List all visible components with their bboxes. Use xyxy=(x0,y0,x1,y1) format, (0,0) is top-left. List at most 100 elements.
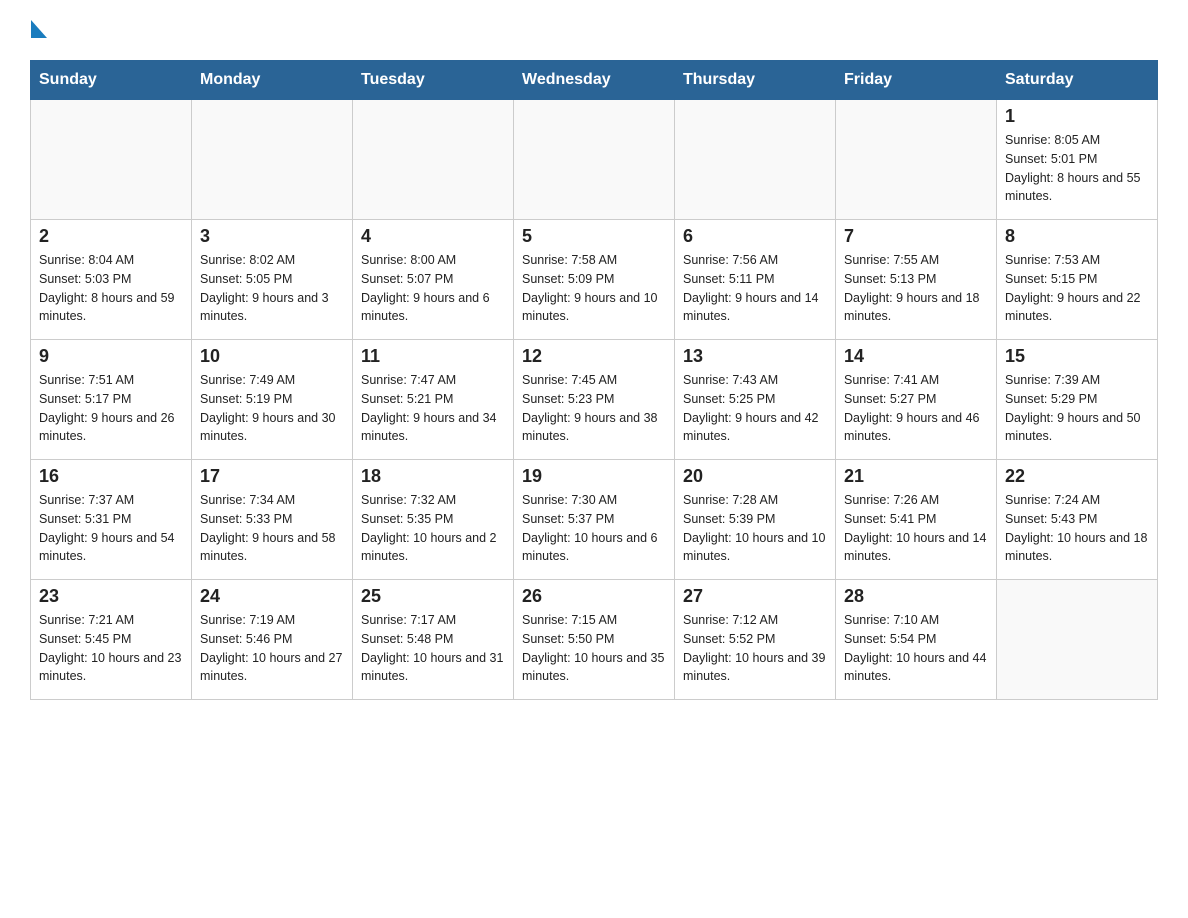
day-info: Sunrise: 7:26 AMSunset: 5:41 PMDaylight:… xyxy=(844,491,988,566)
calendar-cell: 5 Sunrise: 7:58 AMSunset: 5:09 PMDaylight… xyxy=(514,220,675,340)
day-info: Sunrise: 7:47 AMSunset: 5:21 PMDaylight:… xyxy=(361,371,505,446)
day-number: 16 xyxy=(39,466,183,487)
day-number: 22 xyxy=(1005,466,1149,487)
day-info: Sunrise: 7:41 AMSunset: 5:27 PMDaylight:… xyxy=(844,371,988,446)
calendar-cell: 19 Sunrise: 7:30 AMSunset: 5:37 PMDayligh… xyxy=(514,460,675,580)
weekday-header-thursday: Thursday xyxy=(675,61,836,100)
day-number: 21 xyxy=(844,466,988,487)
calendar-cell: 20 Sunrise: 7:28 AMSunset: 5:39 PMDayligh… xyxy=(675,460,836,580)
day-info: Sunrise: 7:55 AMSunset: 5:13 PMDaylight:… xyxy=(844,251,988,326)
day-info: Sunrise: 7:58 AMSunset: 5:09 PMDaylight:… xyxy=(522,251,666,326)
calendar-cell xyxy=(514,100,675,220)
week-row-3: 16 Sunrise: 7:37 AMSunset: 5:31 PMDayligh… xyxy=(31,460,1158,580)
page-header xyxy=(30,20,1158,42)
week-row-4: 23 Sunrise: 7:21 AMSunset: 5:45 PMDayligh… xyxy=(31,580,1158,700)
weekday-header-row: SundayMondayTuesdayWednesdayThursdayFrid… xyxy=(31,61,1158,100)
calendar-cell: 24 Sunrise: 7:19 AMSunset: 5:46 PMDayligh… xyxy=(192,580,353,700)
day-number: 5 xyxy=(522,226,666,247)
day-number: 19 xyxy=(522,466,666,487)
weekday-header-friday: Friday xyxy=(836,61,997,100)
day-info: Sunrise: 7:45 AMSunset: 5:23 PMDaylight:… xyxy=(522,371,666,446)
day-number: 14 xyxy=(844,346,988,367)
calendar-cell: 11 Sunrise: 7:47 AMSunset: 5:21 PMDayligh… xyxy=(353,340,514,460)
day-number: 24 xyxy=(200,586,344,607)
day-info: Sunrise: 7:21 AMSunset: 5:45 PMDaylight:… xyxy=(39,611,183,686)
day-number: 12 xyxy=(522,346,666,367)
day-info: Sunrise: 7:51 AMSunset: 5:17 PMDaylight:… xyxy=(39,371,183,446)
day-info: Sunrise: 7:39 AMSunset: 5:29 PMDaylight:… xyxy=(1005,371,1149,446)
calendar-cell: 6 Sunrise: 7:56 AMSunset: 5:11 PMDaylight… xyxy=(675,220,836,340)
logo-arrow-icon xyxy=(31,20,47,38)
day-number: 25 xyxy=(361,586,505,607)
day-number: 23 xyxy=(39,586,183,607)
day-info: Sunrise: 7:19 AMSunset: 5:46 PMDaylight:… xyxy=(200,611,344,686)
day-info: Sunrise: 7:32 AMSunset: 5:35 PMDaylight:… xyxy=(361,491,505,566)
day-number: 2 xyxy=(39,226,183,247)
day-info: Sunrise: 7:12 AMSunset: 5:52 PMDaylight:… xyxy=(683,611,827,686)
calendar-cell: 8 Sunrise: 7:53 AMSunset: 5:15 PMDaylight… xyxy=(997,220,1158,340)
calendar-cell: 21 Sunrise: 7:26 AMSunset: 5:41 PMDayligh… xyxy=(836,460,997,580)
day-number: 18 xyxy=(361,466,505,487)
day-number: 28 xyxy=(844,586,988,607)
weekday-header-tuesday: Tuesday xyxy=(353,61,514,100)
day-number: 15 xyxy=(1005,346,1149,367)
day-info: Sunrise: 7:17 AMSunset: 5:48 PMDaylight:… xyxy=(361,611,505,686)
calendar-cell: 23 Sunrise: 7:21 AMSunset: 5:45 PMDayligh… xyxy=(31,580,192,700)
day-info: Sunrise: 7:56 AMSunset: 5:11 PMDaylight:… xyxy=(683,251,827,326)
calendar-cell xyxy=(353,100,514,220)
calendar-cell: 3Sunrise: 8:02 AMSunset: 5:05 PMDaylight… xyxy=(192,220,353,340)
calendar-cell xyxy=(192,100,353,220)
calendar-cell: 7 Sunrise: 7:55 AMSunset: 5:13 PMDaylight… xyxy=(836,220,997,340)
calendar-cell xyxy=(675,100,836,220)
day-number: 17 xyxy=(200,466,344,487)
calendar-cell: 28Sunrise: 7:10 AMSunset: 5:54 PMDayligh… xyxy=(836,580,997,700)
day-info: Sunrise: 8:04 AMSunset: 5:03 PMDaylight:… xyxy=(39,251,183,326)
day-info: Sunrise: 7:37 AMSunset: 5:31 PMDaylight:… xyxy=(39,491,183,566)
calendar-cell: 16 Sunrise: 7:37 AMSunset: 5:31 PMDayligh… xyxy=(31,460,192,580)
day-info: Sunrise: 7:49 AMSunset: 5:19 PMDaylight:… xyxy=(200,371,344,446)
calendar-cell: 27 Sunrise: 7:12 AMSunset: 5:52 PMDayligh… xyxy=(675,580,836,700)
day-number: 11 xyxy=(361,346,505,367)
day-number: 13 xyxy=(683,346,827,367)
calendar-cell: 2 Sunrise: 8:04 AMSunset: 5:03 PMDaylight… xyxy=(31,220,192,340)
calendar-cell xyxy=(997,580,1158,700)
calendar-cell: 1 Sunrise: 8:05 AMSunset: 5:01 PMDaylight… xyxy=(997,100,1158,220)
day-number: 27 xyxy=(683,586,827,607)
calendar-cell xyxy=(836,100,997,220)
calendar-cell: 4 Sunrise: 8:00 AMSunset: 5:07 PMDaylight… xyxy=(353,220,514,340)
calendar-cell: 14 Sunrise: 7:41 AMSunset: 5:27 PMDayligh… xyxy=(836,340,997,460)
calendar-cell xyxy=(31,100,192,220)
day-number: 4 xyxy=(361,226,505,247)
calendar-cell: 25 Sunrise: 7:17 AMSunset: 5:48 PMDayligh… xyxy=(353,580,514,700)
day-number: 9 xyxy=(39,346,183,367)
weekday-header-wednesday: Wednesday xyxy=(514,61,675,100)
week-row-1: 2 Sunrise: 8:04 AMSunset: 5:03 PMDaylight… xyxy=(31,220,1158,340)
day-info: Sunrise: 7:28 AMSunset: 5:39 PMDaylight:… xyxy=(683,491,827,566)
day-info: Sunrise: 8:02 AMSunset: 5:05 PMDaylight:… xyxy=(200,251,344,326)
day-info: Sunrise: 7:34 AMSunset: 5:33 PMDaylight:… xyxy=(200,491,344,566)
calendar-cell: 18 Sunrise: 7:32 AMSunset: 5:35 PMDayligh… xyxy=(353,460,514,580)
calendar-cell: 12 Sunrise: 7:45 AMSunset: 5:23 PMDayligh… xyxy=(514,340,675,460)
calendar-cell: 26 Sunrise: 7:15 AMSunset: 5:50 PMDayligh… xyxy=(514,580,675,700)
week-row-2: 9 Sunrise: 7:51 AMSunset: 5:17 PMDaylight… xyxy=(31,340,1158,460)
day-number: 26 xyxy=(522,586,666,607)
day-info: Sunrise: 7:30 AMSunset: 5:37 PMDaylight:… xyxy=(522,491,666,566)
calendar-cell: 9 Sunrise: 7:51 AMSunset: 5:17 PMDaylight… xyxy=(31,340,192,460)
calendar-cell: 17 Sunrise: 7:34 AMSunset: 5:33 PMDayligh… xyxy=(192,460,353,580)
day-number: 20 xyxy=(683,466,827,487)
day-info: Sunrise: 7:15 AMSunset: 5:50 PMDaylight:… xyxy=(522,611,666,686)
day-number: 8 xyxy=(1005,226,1149,247)
calendar-cell: 22Sunrise: 7:24 AMSunset: 5:43 PMDayligh… xyxy=(997,460,1158,580)
weekday-header-monday: Monday xyxy=(192,61,353,100)
day-info: Sunrise: 8:00 AMSunset: 5:07 PMDaylight:… xyxy=(361,251,505,326)
day-info: Sunrise: 7:53 AMSunset: 5:15 PMDaylight:… xyxy=(1005,251,1149,326)
day-number: 10 xyxy=(200,346,344,367)
day-number: 6 xyxy=(683,226,827,247)
day-number: 1 xyxy=(1005,106,1149,127)
logo xyxy=(30,20,47,42)
weekday-header-saturday: Saturday xyxy=(997,61,1158,100)
week-row-0: 1 Sunrise: 8:05 AMSunset: 5:01 PMDaylight… xyxy=(31,100,1158,220)
calendar-table: SundayMondayTuesdayWednesdayThursdayFrid… xyxy=(30,60,1158,700)
day-info: Sunrise: 8:05 AMSunset: 5:01 PMDaylight:… xyxy=(1005,131,1149,206)
day-number: 7 xyxy=(844,226,988,247)
